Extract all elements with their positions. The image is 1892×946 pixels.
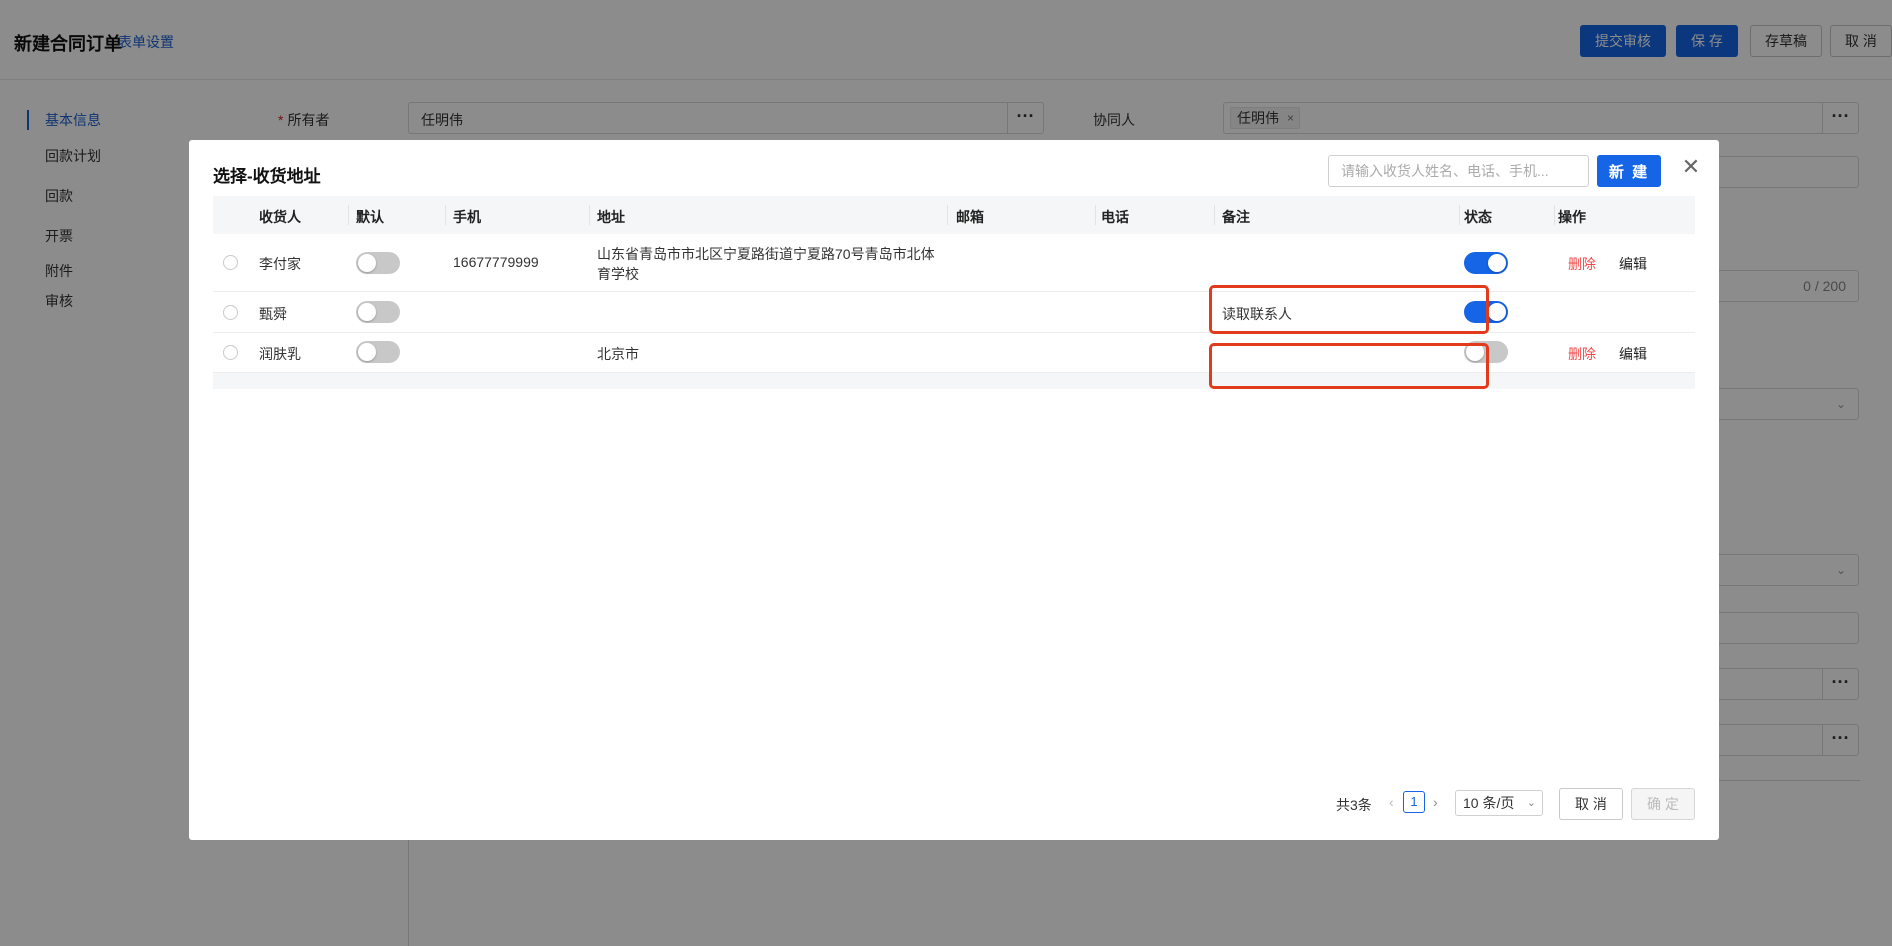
col-phone: 电话 [1101,209,1129,225]
new-address-button[interactable]: 新 建 [1597,155,1661,187]
mobile-value: 16677779999 [453,254,539,270]
default-toggle[interactable] [356,301,400,323]
row-select-radio[interactable] [223,255,238,270]
page-number-current[interactable]: 1 [1403,791,1425,813]
col-remark: 备注 [1222,209,1250,225]
col-receiver: 收货人 [259,209,301,225]
select-address-dialog: 选择-收货地址 新 建 ✕ 收货人 默认 手机 地址 邮箱 电话 备注 状态 操… [189,140,1719,840]
receiver-name: 李付家 [259,256,301,272]
close-icon[interactable]: ✕ [1679,156,1703,180]
annotation-box [1209,343,1489,389]
col-email: 邮箱 [956,209,984,225]
address-value: 北京市 [597,346,639,362]
next-page-icon[interactable]: › [1433,794,1438,810]
col-actions: 操作 [1558,209,1586,225]
address-value: 山东省青岛市市北区宁夏路街道宁夏路70号青岛市北体育学校 [597,246,935,282]
delete-link[interactable]: 删除 [1568,344,1596,364]
row-select-radio[interactable] [223,305,238,320]
address-search-input[interactable] [1328,155,1589,187]
status-toggle[interactable] [1464,252,1508,274]
receiver-name: 润肤乳 [259,346,301,362]
table-header: 收货人 默认 手机 地址 邮箱 电话 备注 状态 操作 [213,196,1695,234]
col-status: 状态 [1464,209,1492,225]
delete-link[interactable]: 删除 [1568,254,1596,274]
col-default: 默认 [356,209,384,225]
chevron-down-icon: ⌄ [1526,797,1536,809]
dialog-cancel-button[interactable]: 取 消 [1559,788,1623,820]
default-toggle[interactable] [356,341,400,363]
col-address: 地址 [597,209,625,225]
page-size-select[interactable]: 10 条/页 ⌄ [1455,790,1543,816]
edit-link[interactable]: 编辑 [1619,344,1647,364]
table-row[interactable]: 李付家 16677779999 山东省青岛市市北区宁夏路街道宁夏路70号青岛市北… [213,234,1695,292]
prev-page-icon[interactable]: ‹ [1389,794,1394,810]
pagination-total: 共3条 [1336,797,1372,813]
edit-link[interactable]: 编辑 [1619,254,1647,274]
default-toggle[interactable] [356,252,400,274]
col-mobile: 手机 [453,209,481,225]
dialog-confirm-button[interactable]: 确 定 [1631,788,1695,820]
annotation-box [1209,285,1489,334]
receiver-name: 甄舜 [259,306,287,322]
dialog-title: 选择-收货地址 [213,167,321,186]
row-select-radio[interactable] [223,345,238,360]
